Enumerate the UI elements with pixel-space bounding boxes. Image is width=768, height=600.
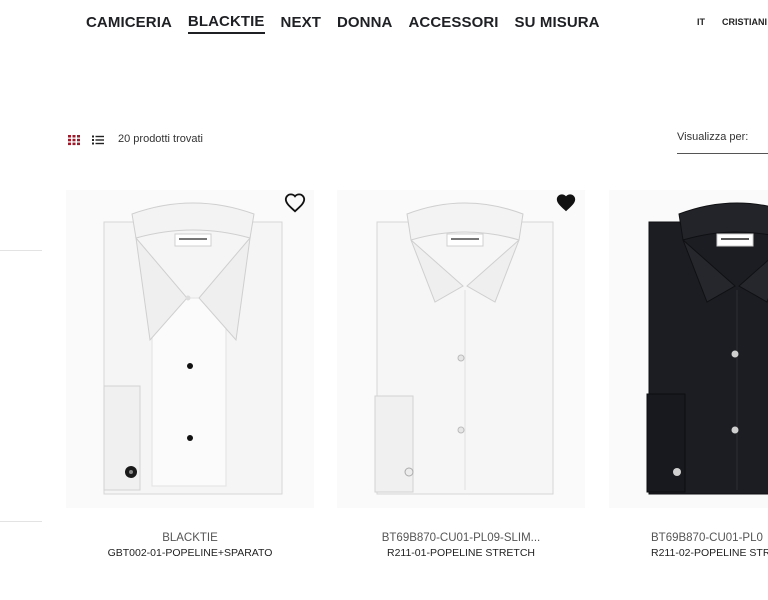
product-name[interactable]: BLACKTIE (66, 532, 314, 544)
product-code[interactable]: GBT002-01-POPELINE+SPARATO (66, 547, 314, 559)
product-code[interactable]: R211-01-POPELINE STRETCH (337, 547, 585, 559)
product-name[interactable]: BT69B870-CU01-PL0 (651, 532, 768, 544)
catalog-page: CAMICERIA BLACKTIE NEXT DONNA ACCESSORI … (0, 0, 768, 600)
nav-item-blacktie[interactable]: BLACKTIE (187, 13, 265, 34)
grid-view-icon[interactable] (68, 133, 80, 146)
heart-filled-icon[interactable] (555, 192, 577, 214)
product-code[interactable]: R211-02-POPELINE STRE (651, 547, 768, 559)
product-name[interactable]: BT69B870-CU01-PL09-SLIM... (337, 532, 585, 544)
sidebar-divider (0, 250, 42, 251)
nav-item-su-misura[interactable]: SU MISURA (515, 14, 600, 33)
product-card[interactable]: BLACKTIE GBT002-01-POPELINE+SPARATO (66, 190, 314, 570)
sort-dropdown-underline (677, 153, 768, 154)
product-image[interactable] (337, 190, 585, 508)
results-toolbar: 20 prodotti trovati (68, 133, 203, 146)
product-card[interactable]: BT69B870-CU01-PL09-SLIM... R211-01-POPEL… (337, 190, 585, 570)
nav-item-donna[interactable]: DONNA (337, 14, 393, 33)
sort-dropdown[interactable]: Visualizza per: (677, 131, 748, 143)
language-selector[interactable]: IT (697, 17, 705, 27)
product-card[interactable]: BT69B870-CU01-PL0 R211-02-POPELINE STRE (609, 190, 768, 570)
account-link[interactable]: CRISTIANI (722, 17, 767, 27)
nav-item-camiceria[interactable]: CAMICERIA (86, 14, 172, 33)
nav-item-next[interactable]: NEXT (281, 14, 321, 33)
nav-item-accessori[interactable]: ACCESSORI (408, 14, 498, 33)
product-image[interactable] (609, 190, 768, 508)
results-count: 20 prodotti trovati (118, 133, 203, 145)
heart-outline-icon[interactable] (284, 192, 306, 214)
sidebar-divider (0, 521, 42, 522)
list-view-icon[interactable] (92, 133, 104, 145)
product-image[interactable] (66, 190, 314, 508)
main-nav: CAMICERIA BLACKTIE NEXT DONNA ACCESSORI … (86, 13, 616, 34)
